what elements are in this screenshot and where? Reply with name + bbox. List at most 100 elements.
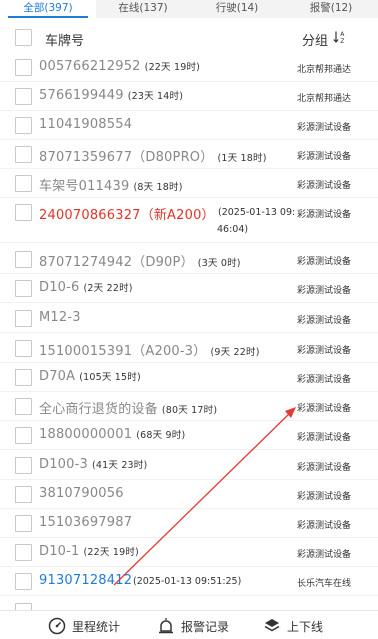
- vehicle-row[interactable]: 18800000001 (68天 9时) 彩源测试设备: [0, 421, 378, 450]
- status-tab-bar: 全部(397) 在线(137) 行驶(14) 报警(12): [0, 0, 378, 18]
- alarm-light-icon: [159, 618, 173, 634]
- group-name: 彩源测试设备: [297, 181, 352, 191]
- row-checkbox: [15, 603, 32, 610]
- row-checkbox[interactable]: [15, 427, 32, 444]
- mileage-stats-label: 里程统计: [72, 619, 121, 634]
- plate-number[interactable]: 15103697987: [39, 515, 132, 530]
- offline-duration: (8天 18时): [133, 182, 183, 193]
- offline-duration: (1天 18时): [217, 153, 267, 164]
- group-name: 彩源测试设备: [297, 123, 352, 133]
- alarm-time: (2025-01-13 09:: [218, 207, 296, 218]
- vehicle-row[interactable]: 87071359677（D80PRO） (1天 18时) 彩源测试设备: [0, 140, 378, 169]
- plate-number[interactable]: 87071274942（D90P） (3天 0时): [39, 251, 241, 270]
- vehicle-row-online[interactable]: 91307128412 (2025-01-13 09:51:25) 长乐汽车在线: [0, 567, 378, 596]
- select-all-checkbox[interactable]: [15, 29, 32, 46]
- plate-number[interactable]: 15100015391（A200-3） (9天 22时): [39, 340, 260, 359]
- plate-number-online[interactable]: 91307128412: [39, 573, 132, 588]
- alarm-log-label: 报警记录: [181, 619, 230, 634]
- vehicle-row[interactable]: 87071274942（D90P） (3天 0时) 彩源测试设备: [0, 245, 378, 274]
- online-time: (2025-01-13 09:51:25): [133, 576, 242, 587]
- group-name: 彩源测试设备: [297, 404, 352, 414]
- vehicle-row-partial: [0, 596, 378, 610]
- mileage-stats-button[interactable]: 里程统计: [48, 615, 120, 637]
- group-name: 北京帮邦通达: [297, 65, 352, 75]
- vehicle-row[interactable]: D70A (105天 15时) 彩源测试设备: [0, 363, 378, 392]
- offline-duration: (22天 19时): [83, 547, 139, 558]
- row-checkbox[interactable]: [15, 204, 32, 221]
- row-checkbox[interactable]: [15, 515, 32, 532]
- plate-number[interactable]: 3810790056: [39, 486, 124, 501]
- vehicle-row-alarm[interactable]: 240070866327（新A200） (2025-01-13 09: 46:0…: [0, 198, 378, 243]
- layers-icon: [264, 619, 280, 632]
- row-checkbox[interactable]: [15, 251, 32, 268]
- vehicle-row[interactable]: D10-6 (2天 22时) 彩源测试设备: [0, 274, 378, 303]
- alarm-log-button[interactable]: 报警记录: [157, 615, 229, 637]
- speedometer-icon: [48, 617, 66, 635]
- tab-online[interactable]: 在线(137): [96, 0, 190, 18]
- group-column-header[interactable]: 分组: [302, 30, 328, 49]
- group-name: 彩源测试设备: [297, 375, 352, 385]
- group-name: 彩源测试设备: [297, 257, 352, 267]
- plate-number[interactable]: D70A (105天 15时): [39, 369, 141, 384]
- row-checkbox[interactable]: [15, 340, 32, 357]
- row-checkbox[interactable]: [15, 117, 32, 134]
- group-name: 北京帮邦通达: [297, 94, 352, 104]
- plate-number[interactable]: 车架号011439 (8天 18时): [39, 175, 183, 194]
- group-name: 彩源测试设备: [297, 433, 352, 443]
- row-checkbox[interactable]: [15, 175, 32, 192]
- group-name: 彩源测试设备: [297, 152, 352, 162]
- plate-number[interactable]: 87071359677（D80PRO） (1天 18时): [39, 146, 267, 165]
- plate-number[interactable]: 全心商行退货的设备 (80天 17时): [39, 398, 217, 417]
- vehicle-row[interactable]: 全心商行退货的设备 (80天 17时) 彩源测试设备: [0, 392, 378, 421]
- offline-duration: (41天 23时): [92, 460, 148, 471]
- row-checkbox[interactable]: [15, 280, 32, 297]
- plate-number[interactable]: D100-3 (41天 23时): [39, 457, 147, 472]
- plate-number[interactable]: 5766199449 (23天 14时): [39, 88, 183, 103]
- offline-duration: (80天 17时): [161, 405, 218, 416]
- tab-alarm[interactable]: 报警(12): [284, 0, 378, 18]
- svg-text:A: A: [340, 31, 345, 38]
- bottom-toolbar: 里程统计 报警记录 上下线: [0, 610, 378, 639]
- offline-duration: (68天 9时): [136, 430, 186, 441]
- vehicle-row[interactable]: D10-1 (22天 19时) 彩源测试设备: [0, 538, 378, 567]
- vehicle-row[interactable]: 车架号011439 (8天 18时) 彩源测试设备: [0, 169, 378, 198]
- plate-number-alarm[interactable]: 240070866327（新A200）: [39, 204, 215, 223]
- group-name: 彩源测试设备: [297, 210, 352, 220]
- vehicle-row[interactable]: M12-3 彩源测试设备: [0, 304, 378, 333]
- vehicle-row[interactable]: 5766199449 (23天 14时) 北京帮邦通达: [0, 82, 378, 111]
- vehicle-row[interactable]: 11041908554 彩源测试设备: [0, 111, 378, 140]
- plate-column-header: 车牌号: [45, 34, 85, 49]
- group-name: 彩源测试设备: [297, 286, 352, 296]
- row-checkbox[interactable]: [15, 398, 32, 415]
- plate-number[interactable]: 11041908554: [39, 117, 132, 132]
- plate-number[interactable]: D10-1 (22天 19时): [39, 544, 139, 559]
- tab-all[interactable]: 全部(397): [0, 0, 96, 18]
- vehicle-row[interactable]: 15103697987 彩源测试设备: [0, 509, 378, 538]
- row-checkbox[interactable]: [15, 486, 32, 503]
- row-checkbox[interactable]: [15, 59, 32, 76]
- offline-duration: (23天 14时): [127, 91, 184, 102]
- row-checkbox[interactable]: [15, 369, 32, 386]
- plate-number[interactable]: M12-3: [39, 310, 81, 325]
- row-checkbox[interactable]: [15, 457, 32, 474]
- sort-icon[interactable]: A Z: [333, 30, 347, 44]
- group-name: 彩源测试设备: [297, 521, 352, 531]
- online-offline-label: 上下线: [287, 619, 324, 634]
- vehicle-row[interactable]: 15100015391（A200-3） (9天 22时) 彩源测试设备: [0, 334, 378, 363]
- row-checkbox[interactable]: [15, 146, 32, 163]
- online-offline-button[interactable]: 上下线: [263, 615, 323, 637]
- row-checkbox[interactable]: [15, 573, 32, 590]
- plate-number[interactable]: D10-6 (2天 22时): [39, 280, 133, 295]
- row-checkbox[interactable]: [15, 310, 32, 327]
- vehicle-row[interactable]: D100-3 (41天 23时) 彩源测试设备: [0, 451, 378, 480]
- plate-number[interactable]: 005766212952 (22天 19时): [39, 59, 200, 74]
- vehicle-row[interactable]: 005766212952 (22天 19时) 北京帮邦通达: [0, 53, 378, 82]
- group-name: 彩源测试设备: [297, 492, 352, 502]
- alarm-time-continued: 46:04): [217, 224, 249, 235]
- plate-number[interactable]: 18800000001 (68天 9时): [39, 427, 185, 442]
- vehicle-row[interactable]: 3810790056 彩源测试设备: [0, 480, 378, 509]
- row-checkbox[interactable]: [15, 88, 32, 105]
- row-checkbox[interactable]: [15, 544, 32, 561]
- group-name: 彩源测试设备: [297, 550, 352, 560]
- tab-driving[interactable]: 行驶(14): [190, 0, 284, 18]
